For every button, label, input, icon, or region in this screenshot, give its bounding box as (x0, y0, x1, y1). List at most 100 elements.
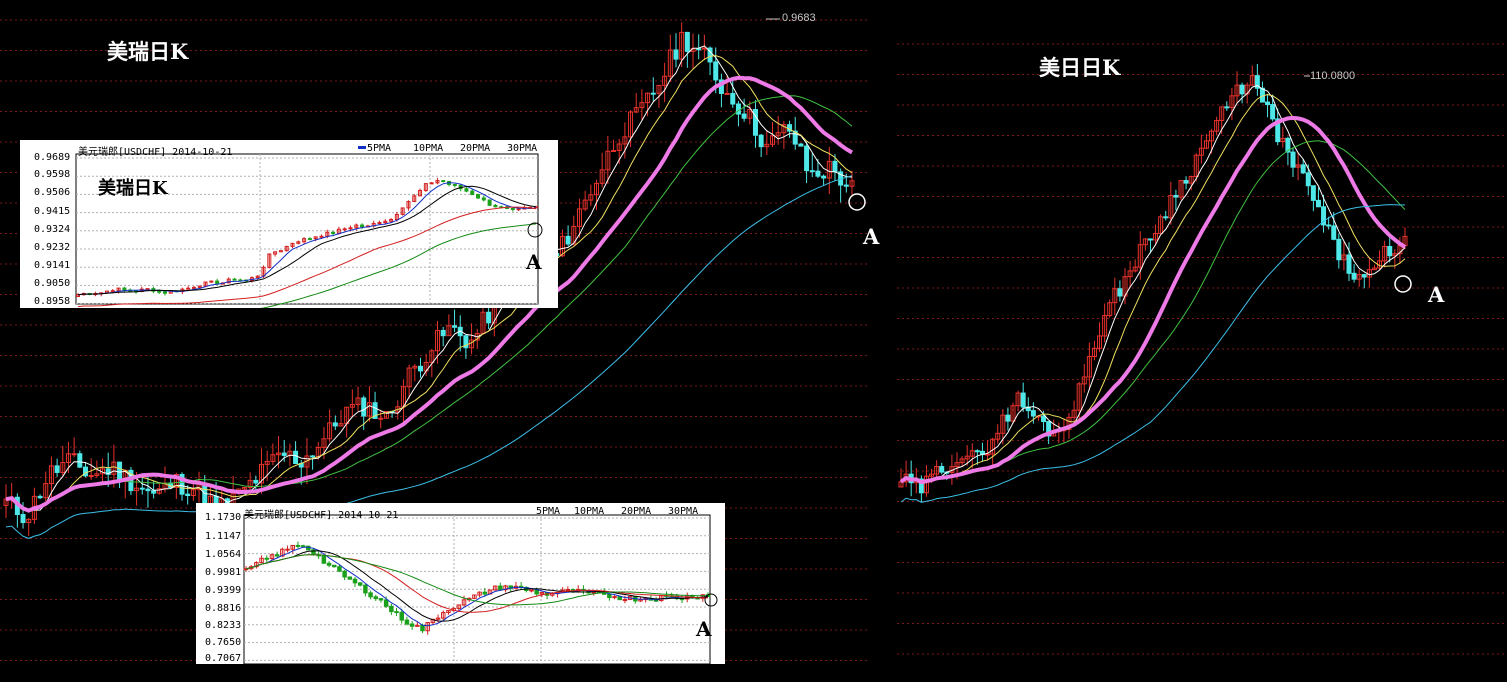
inset-long-legend-20pma: 20PMA (621, 506, 652, 517)
candle-body (612, 596, 617, 599)
inset-long-ytick: 0.7067 (205, 653, 242, 664)
candle-body (71, 453, 77, 456)
left-chart-title: 美瑞日K (107, 39, 189, 64)
inset-chf-ytick: 0.9689 (34, 152, 71, 163)
candle-body (404, 619, 410, 625)
candle-body (985, 453, 991, 456)
candle-body (481, 197, 486, 201)
candle-body (363, 584, 368, 594)
candle-body (452, 184, 457, 187)
candle-body (696, 48, 702, 51)
right-chart: 美日日K 110.0800 A (897, 0, 1507, 682)
candle-body (293, 450, 299, 465)
inset-chf-ytick: 0.9415 (34, 206, 71, 217)
candle-body (529, 589, 534, 592)
candle-body (373, 596, 379, 600)
candle-body (319, 235, 324, 238)
candle-body (1346, 254, 1352, 274)
candle-body (361, 397, 367, 417)
inset-chf-ytick: 0.9324 (34, 224, 71, 235)
candle-body (622, 599, 628, 602)
candle-body (145, 488, 151, 492)
candle-body (377, 222, 382, 225)
candle-body (730, 92, 736, 105)
candle-body (281, 452, 287, 456)
candle-body (440, 329, 446, 337)
candle-body (1117, 288, 1123, 297)
candle-body (209, 280, 214, 283)
candle-body (389, 605, 394, 613)
inset-chf-legend-10pma: 10PMA (413, 143, 444, 154)
candle-body (1265, 101, 1271, 106)
candle-body (321, 555, 327, 564)
candle-body (378, 417, 384, 420)
candle-body (417, 365, 423, 372)
candle-body (139, 487, 145, 490)
candle-body (110, 290, 115, 293)
marker-circle (1394, 275, 1412, 293)
candle-body (77, 453, 83, 468)
candle-body (724, 92, 730, 95)
marker-circle (848, 193, 866, 211)
candle-body (162, 291, 167, 294)
candle-body (441, 180, 446, 183)
candle-body (1163, 216, 1169, 219)
inset-chf-title: 美瑞日K (98, 178, 168, 199)
candle-body (1147, 238, 1153, 241)
inset-chf-plot (75, 146, 543, 308)
candle-body (713, 61, 719, 81)
candle-body (378, 598, 384, 601)
candle-body (151, 490, 157, 494)
candle-body (352, 578, 358, 584)
candle-body (565, 589, 571, 592)
candle-body (510, 207, 515, 211)
candle-body (1336, 238, 1342, 261)
inset-long-ytick: 0.7650 (205, 637, 242, 648)
candle-body (1173, 194, 1179, 198)
candle-body (342, 570, 347, 578)
right-chart-title: 美日日K (1039, 55, 1121, 80)
inset-chf-legend-20pma: 20PMA (460, 143, 491, 154)
candle-body (832, 160, 838, 173)
candle-body (1326, 224, 1332, 227)
candle-body (452, 325, 458, 328)
candle-body (20, 514, 26, 524)
candle-body (331, 231, 336, 234)
inset-chf-chart: 美元瑞郎[USDCHF] 2014-10-21 5PMA 10PMA 20PMA… (20, 140, 558, 308)
inset-long-ytick: 1.1147 (205, 531, 242, 542)
candle-body (650, 92, 656, 95)
candle-body (1041, 415, 1047, 423)
inset-long-ytick: 0.9399 (205, 585, 242, 596)
inset-long-plot (243, 514, 718, 664)
ma20-thick-line (899, 115, 1407, 485)
candle-body (191, 286, 196, 289)
inset-chf-ytick: 0.9050 (34, 278, 71, 289)
candle-body (409, 623, 415, 627)
candle-body (843, 184, 849, 187)
candle-body (1305, 172, 1311, 187)
candle-body (735, 103, 741, 115)
inset-long-ytick: 0.9981 (205, 567, 242, 578)
inset-long-ytick: 1.1730 (205, 512, 242, 523)
candle-body (673, 49, 679, 60)
candle-body (1005, 414, 1011, 422)
candle-body (741, 113, 747, 119)
inset-long-legend-10pma: 10PMA (574, 506, 605, 517)
right-peak-label: 110.0800 (1310, 70, 1356, 82)
inset-chf-ytick: 0.9598 (34, 169, 71, 180)
candle-body (264, 557, 270, 560)
candle-body (54, 465, 60, 473)
right-chart-plot (897, 43, 1507, 655)
candle-body (974, 450, 980, 453)
candle-body (1270, 104, 1276, 120)
candle-body (486, 311, 492, 324)
candle-body (1239, 84, 1245, 95)
candle-body (1224, 106, 1230, 109)
candle-body (482, 591, 488, 595)
candle-body (487, 199, 492, 206)
candle-body (274, 554, 280, 557)
candle-body (804, 145, 810, 172)
candle-body (493, 204, 498, 208)
candle-body (337, 566, 342, 572)
candle-body (347, 576, 353, 580)
